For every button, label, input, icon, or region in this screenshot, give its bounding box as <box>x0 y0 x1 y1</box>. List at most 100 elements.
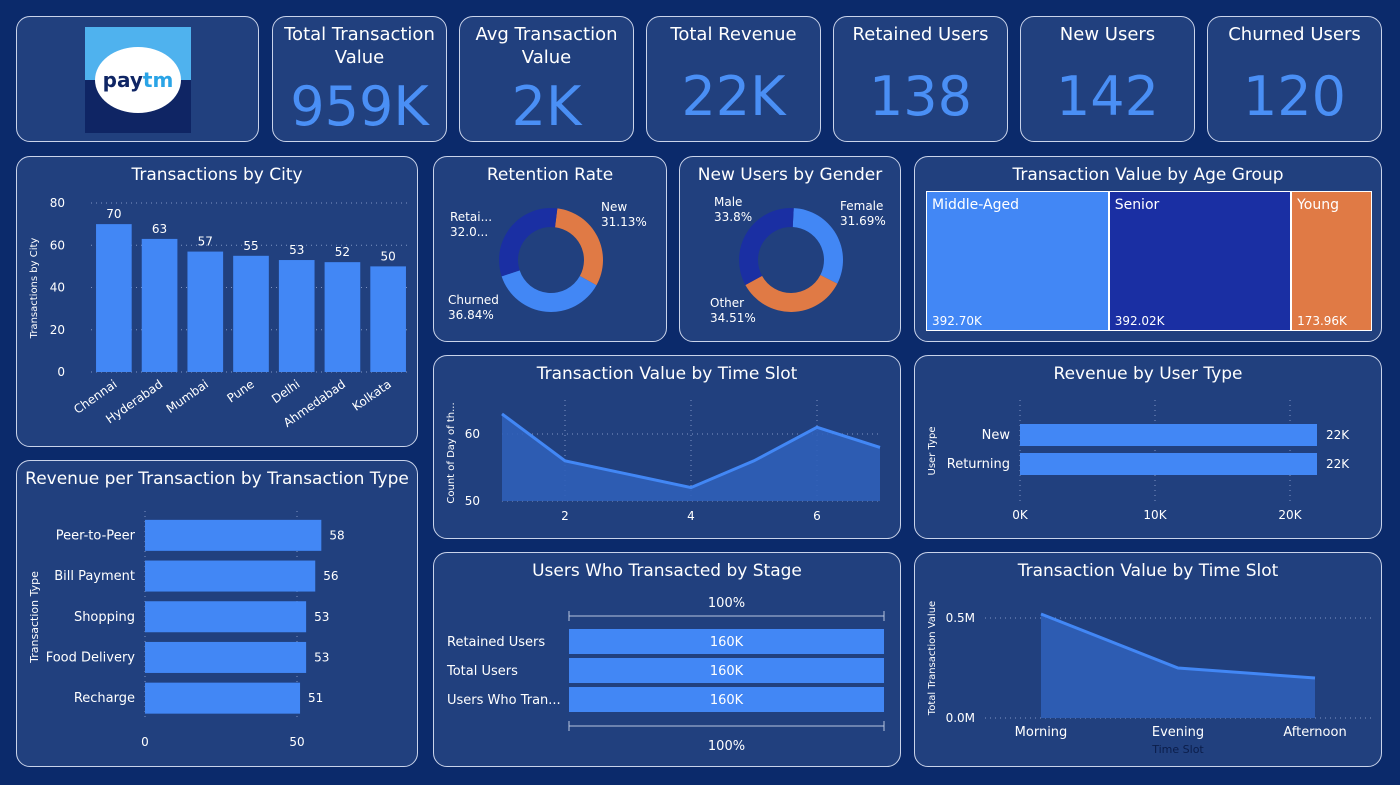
kpi-title: Retained Users <box>852 24 989 45</box>
data-label: 70 <box>106 207 121 221</box>
city-bar <box>278 260 315 372</box>
treemap-cell[interactable]: Senior 392.02K <box>1108 191 1292 331</box>
slice-percent: 31.69% <box>840 214 886 228</box>
x-tick-label: 4 <box>687 509 695 523</box>
panel-transaction-value-by-time-slot-1[interactable]: Transaction Value by Time Slot 50 60 2 4 6 Co… <box>433 355 901 539</box>
slice-percent: 34.51% <box>710 311 756 325</box>
donut-slice <box>555 208 603 286</box>
y-tick-label: 60 <box>50 238 65 252</box>
revpertx-bar-chart: 0 50 Transaction Type Peer-to-Peer 58 Bill Pa… <box>28 511 345 749</box>
donut-slice <box>499 208 558 277</box>
kpi-new-users[interactable]: New Users 142 <box>1020 16 1195 142</box>
y-tick-label: 20 <box>50 323 65 337</box>
y-tick-label: 40 <box>50 281 65 295</box>
kpi-value: 142 <box>1055 65 1160 128</box>
category-label: Total Users <box>446 664 518 679</box>
revpertx-bar <box>145 560 316 592</box>
treemap-value: 392.02K <box>1114 314 1165 328</box>
revpertx-bar <box>145 641 307 673</box>
panel-transactions-by-city[interactable]: Transactions by City 0 20 40 60 80 Transactio… <box>16 156 418 447</box>
treemap-cell[interactable]: Middle-Aged 392.70K <box>926 191 1109 331</box>
category-label: Users Who Tran... <box>447 693 561 708</box>
x-tick-label: Delhi <box>269 377 302 406</box>
category-label: New <box>982 428 1011 443</box>
x-tick-label: Evening <box>1152 725 1204 740</box>
slice-label: Male <box>714 195 742 209</box>
panel-revenue-per-transaction[interactable]: Revenue per Transaction by Transaction T… <box>16 460 418 767</box>
panel-retention-rate[interactable]: Retention Rate New 31.13% Churned 36.84% Ret… <box>433 156 667 342</box>
donut-slice <box>745 275 838 312</box>
funnel-percent-label: 100% <box>708 596 745 611</box>
city-bar-chart: 020406080Transactions by City70Chennai63… <box>29 196 411 430</box>
category-label: Bill Payment <box>54 569 135 584</box>
slice-percent: 32.0... <box>450 225 488 239</box>
slice-label: New <box>601 200 627 214</box>
data-label: 53 <box>314 650 329 664</box>
y-axis-label: Transaction Type <box>28 571 41 664</box>
kpi-retained-users[interactable]: Retained Users 138 <box>833 16 1008 142</box>
kpi-total-transaction-value[interactable]: Total Transaction Value 959K <box>272 16 447 142</box>
kpi-value: 138 <box>868 65 973 128</box>
age-treemap: Middle-Aged 392.70K Senior 392.02K Young 173.… <box>926 191 1372 331</box>
data-label: 50 <box>381 249 396 263</box>
data-label: 52 <box>335 245 350 259</box>
kpi-title: New Users <box>1059 24 1156 45</box>
x-tick-label: 0 <box>141 735 149 749</box>
kpi-value: 22K <box>681 65 786 128</box>
revpertx-bar <box>145 682 301 714</box>
data-label: 22K <box>1326 457 1350 471</box>
panel-new-users-by-gender[interactable]: New Users by Gender Female 31.69% Other 34.… <box>679 156 901 342</box>
x-axis-label: Time Slot <box>1151 743 1204 756</box>
x-tick-label: Mumbai <box>164 377 211 416</box>
y-axis-label: Total Transaction Value <box>927 601 938 716</box>
timeslot2-area-chart: 0.0M 0.5M Total Transaction Value Morning Ev… <box>927 601 1373 756</box>
category-label: Recharge <box>74 691 135 706</box>
kpi-value: 120 <box>1242 65 1347 128</box>
panel-transaction-value-by-age-group[interactable]: Transaction Value by Age Group Middle-Ag… <box>914 156 1382 342</box>
kpi-churned-users[interactable]: Churned Users 120 <box>1207 16 1382 142</box>
donut-slice <box>792 208 843 284</box>
treemap-cell[interactable]: Young 173.96K <box>1291 191 1372 331</box>
category-label: Shopping <box>74 610 135 625</box>
y-tick-label: 0.5M <box>946 611 975 625</box>
y-tick-label: 0 <box>57 365 65 379</box>
kpi-avg-transaction-value[interactable]: Avg Transaction Value 2K <box>459 16 634 142</box>
x-tick-label: 0K <box>1012 508 1029 522</box>
data-label: 51 <box>308 691 323 705</box>
revpertx-bar <box>145 601 307 633</box>
category-label: Peer-to-Peer <box>56 528 136 543</box>
funnel-percent-label: 100% <box>708 739 745 754</box>
retention-donut-chart: New31.13% Churned36.84% Retai...32.0... <box>448 200 647 322</box>
panel-transaction-value-by-time-slot-2[interactable]: Transaction Value by Time Slot 0.0M 0.5M T… <box>914 552 1382 767</box>
kpi-title: Total Transaction Value <box>284 24 435 68</box>
kpi-total-revenue[interactable]: Total Revenue 22K <box>646 16 821 142</box>
x-tick-label: 6 <box>813 509 821 523</box>
panel-revenue-by-user-type[interactable]: Revenue by User Type 0K 10K 20K User Type Ne… <box>914 355 1382 539</box>
city-bar <box>233 255 269 372</box>
slice-label: Female <box>840 199 883 213</box>
x-tick-label: 2 <box>561 509 569 523</box>
timeslot1-area-chart: 50 60 2 4 6 Count of Day of th... <box>446 400 881 523</box>
kpi-value: 959K <box>290 75 429 138</box>
usertype-bar-chart: 0K 10K 20K User Type New 22K Returning 22K <box>927 400 1350 522</box>
data-label: 55 <box>243 239 258 253</box>
slice-percent: 33.8% <box>714 210 752 224</box>
treemap-label: Senior <box>1114 197 1160 213</box>
slice-percent: 36.84% <box>448 308 494 322</box>
y-tick-label: 0.0M <box>946 711 975 725</box>
slice-percent: 31.13% <box>601 215 647 229</box>
treemap-label: Middle-Aged <box>932 197 1019 213</box>
y-tick-label: 50 <box>465 494 480 508</box>
kpi-title: Churned Users <box>1228 24 1361 45</box>
treemap-label: Young <box>1297 197 1339 213</box>
y-tick-label: 60 <box>465 427 480 441</box>
panel-title: Transaction Value by Age Group <box>1012 165 1284 185</box>
data-label: 58 <box>329 528 344 542</box>
panel-users-by-stage[interactable]: Users Who Transacted by Stage 100% 100% 16… <box>433 552 901 767</box>
treemap-value: 173.96K <box>1297 314 1347 328</box>
usertype-bar <box>1020 453 1317 475</box>
revpertx-bar <box>145 519 322 551</box>
x-tick-label: 10K <box>1143 508 1167 522</box>
x-tick-label: Kolkata <box>350 377 394 414</box>
kpi-title: Avg Transaction Value <box>475 24 618 68</box>
